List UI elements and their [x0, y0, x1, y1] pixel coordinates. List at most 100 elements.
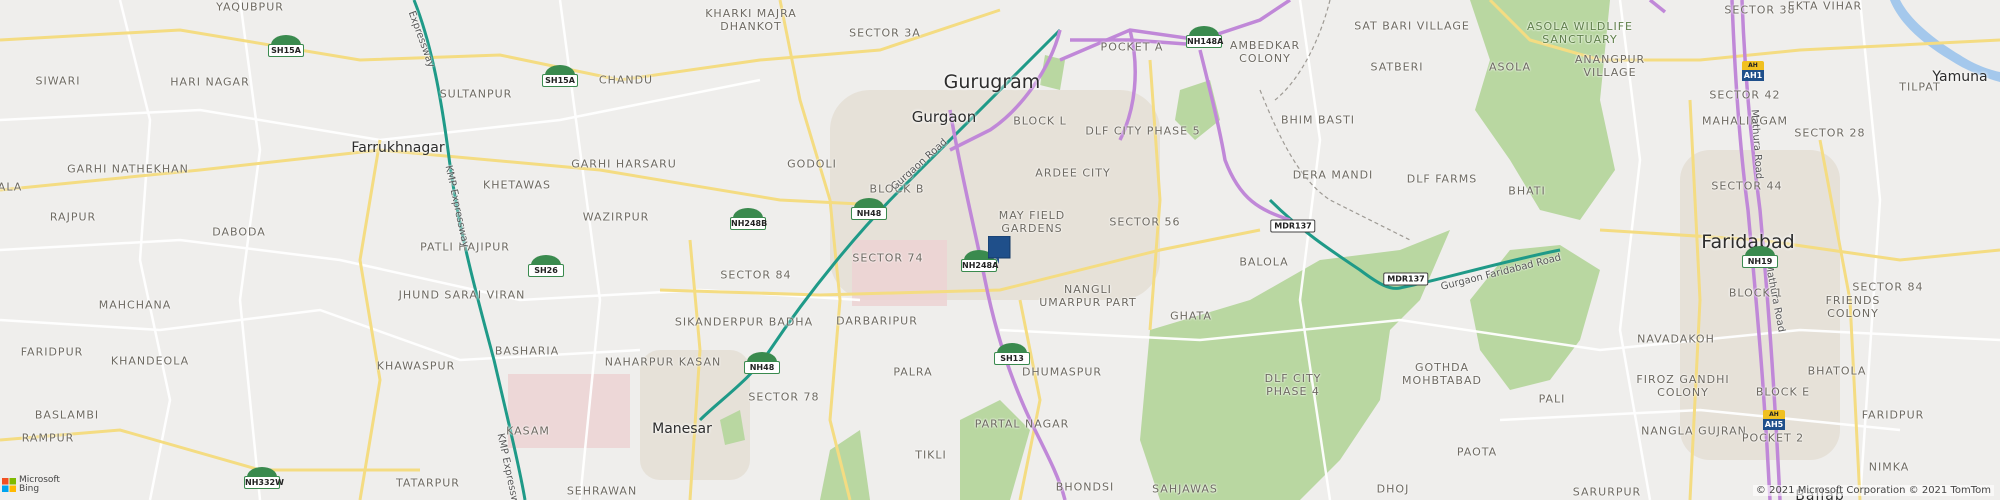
place-label-bhim-basti: BHIM BASTI	[1280, 113, 1356, 127]
microsoft-logo-icon	[2, 478, 16, 492]
city-label-farrukhnagar: Farrukhnagar	[351, 140, 445, 156]
highway-shield-nh248b: NH248B	[730, 208, 768, 230]
place-label-pocket-2: POCKET 2	[1741, 431, 1805, 445]
place-label-partal-nagar: PARTAL NAGAR	[974, 417, 1070, 431]
place-label-rajpur: RAJPUR	[49, 210, 97, 224]
highway-shield-nh148a: NH148A	[1186, 26, 1224, 48]
place-label-bhati: BHATI	[1508, 184, 1546, 198]
highway-shield-nh332w: NH332W	[244, 467, 284, 489]
shield-text: NH248B	[730, 217, 768, 230]
place-label-balola: BALOLA	[1239, 255, 1289, 269]
shield-text: NH332W	[244, 476, 284, 489]
place-label-daboda: DABODA	[212, 225, 266, 239]
place-label-ambedkar-colony: AMBEDKAR COLONY	[1229, 39, 1301, 65]
place-label-bhatola: BHATOLA	[1807, 364, 1867, 378]
shield-text: SH26	[528, 264, 564, 277]
route-marker-mdr137: MDR137	[1383, 272, 1429, 286]
place-label-satberi: SATBERI	[1370, 60, 1424, 74]
place-label-sector-84: SECTOR 84	[720, 268, 792, 282]
shield-text: NH148A	[1186, 35, 1224, 48]
highway-shield-nh19: NH19	[1742, 246, 1778, 268]
place-label-yaqubpur: YAQUBPUR	[216, 0, 284, 14]
shield-text: SH13	[994, 352, 1030, 365]
place-label-sahjawas: SAHJAWAS	[1152, 482, 1218, 496]
map-copyright: © 2021 Microsoft Corporation © 2021 TomT…	[1752, 485, 1994, 496]
place-label-asola: ASOLA	[1488, 60, 1532, 74]
place-label-nimka: NIMKA	[1868, 460, 1910, 474]
city-label-gurgaon: Gurgaon	[911, 108, 977, 126]
place-label-dlf-city-phase-5: DLF CITY PHASE 5	[1085, 124, 1201, 138]
asian-highway-number: AH5	[1763, 419, 1785, 430]
place-label-faridpur: FARIDPUR	[20, 345, 84, 359]
place-label-khawaspur: KHAWASPUR	[376, 359, 456, 373]
highway-shield-nh48: NH48	[744, 352, 780, 374]
route-marker-mdr137: MDR137	[1270, 219, 1316, 233]
place-label-sarurpur: SARURPUR	[1572, 485, 1642, 499]
asian-highway-top: AH	[1742, 61, 1764, 70]
place-label-nangli-umarpur-part: NANGLI UMARPUR PART	[1039, 283, 1137, 309]
place-label-dhoj: DHOJ	[1376, 482, 1410, 496]
place-label-khandeola: KHANDEOLA	[110, 354, 190, 368]
place-label-sector-38: SECTOR 38	[1724, 3, 1796, 17]
place-label-godoli: GODOLI	[787, 157, 837, 171]
place-label-darbaripur: DARBARIPUR	[836, 314, 918, 328]
place-label-garhi-harsaru: GARHI HARSARU	[571, 157, 677, 171]
place-label-kasam: KASAM	[506, 424, 550, 438]
place-label-faridpur: FARIDPUR	[1861, 408, 1925, 422]
asian-highway-marker-ah5: AH AH5	[1763, 410, 1785, 430]
asian-highway-number: AH1	[1742, 70, 1764, 81]
place-label-khetawas: KHETAWAS	[482, 178, 552, 192]
place-label-asola-wildlife-sanctuary: ASOLA WILDLIFE SANCTUARY	[1527, 20, 1633, 46]
place-label-sikanderpur-badha: SIKANDERPUR BADHA	[674, 315, 814, 329]
place-label-dlf-city-phase-4: DLF CITY PHASE 4	[1264, 372, 1322, 398]
city-label-yamuna: Yamuna	[1932, 69, 1988, 85]
place-label-sector-42: SECTOR 42	[1709, 88, 1781, 102]
place-label-dlf-farms: DLF FARMS	[1406, 172, 1478, 186]
highway-shield-sh15a: SH15A	[542, 65, 578, 87]
place-label-naharpur-kasan: NAHARPUR KASAN	[604, 355, 722, 369]
city-label-gurugram: Gurugram	[943, 71, 1041, 93]
place-label-pocket-a: POCKET A	[1100, 40, 1164, 54]
place-label-sector-28: SECTOR 28	[1794, 126, 1866, 140]
place-label-navadakoh: NAVADAKOH	[1637, 332, 1715, 346]
shield-text: NH48	[744, 361, 780, 374]
place-label-mahchana: MAHCHANA	[98, 298, 172, 312]
place-label-paota: PAOTA	[1456, 445, 1498, 459]
place-label-hari-nagar: HARI NAGAR	[170, 75, 250, 89]
place-label-ghata: GHATA	[1170, 309, 1212, 323]
place-label-sector-44: SECTOR 44	[1711, 179, 1783, 193]
place-label-anangpur-village: ANANGPUR VILLAGE	[1574, 53, 1646, 79]
place-label-sector-84: SECTOR 84	[1852, 280, 1924, 294]
highway-shield-sh26: SH26	[528, 255, 564, 277]
place-label-baslambi: BASLAMBI	[34, 408, 100, 422]
place-label-firoz-gandhi-colony: FIROZ GANDHI COLONY	[1636, 373, 1730, 399]
place-label-dera-mandi: DERA MANDI	[1292, 168, 1374, 182]
place-label-mahalingam: MAHALINGAM	[1702, 114, 1788, 128]
place-label-chandu: CHANDU	[598, 73, 654, 87]
microsoft-bing-logo: Microsoft Bing	[2, 476, 60, 494]
place-label-sector-74: SECTOR 74	[852, 251, 924, 265]
place-label-kala: KALA	[0, 180, 23, 194]
shield-text: SH15A	[268, 44, 304, 57]
asian-highway-marker-ah1: AH AH1	[1742, 61, 1764, 81]
place-label-sector-3a: SECTOR 3A	[849, 26, 921, 40]
map-canvas[interactable]: YAQUBPUR KHARKI MAJRA DHANKOT SECTOR 3A POC…	[0, 0, 2000, 500]
place-label-block-l: BLOCK L	[1013, 114, 1067, 128]
place-label-sat-bari-village: SAT BARI VILLAGE	[1354, 19, 1470, 33]
place-label-nangla-gujran: NANGLA GUJRAN	[1641, 424, 1747, 438]
highway-shield-sh13: SH13	[994, 343, 1030, 365]
logo-text: Microsoft Bing	[19, 475, 60, 494]
place-label-wazirpur: WAZIRPUR	[582, 210, 650, 224]
place-label-ardee-city: ARDEE CITY	[1035, 166, 1111, 180]
place-label-tatarpur: TATARPUR	[396, 476, 460, 490]
place-label-dhumaspur: DHUMASPUR	[1021, 365, 1103, 379]
place-label-pali: PALI	[1538, 392, 1566, 406]
highway-shield-nh48: NH48	[851, 198, 887, 220]
place-label-may-field-gardens: MAY FIELD GARDENS	[998, 209, 1066, 235]
place-label-sector-56: SECTOR 56	[1109, 215, 1181, 229]
location-pin-icon[interactable]	[988, 236, 1014, 266]
place-label-bhondsi: BHONDSI	[1055, 480, 1115, 494]
highway-shield-sh15a: SH15A	[268, 35, 304, 57]
place-label-siwari: SIWARI	[35, 74, 81, 88]
place-label-kharki-majra-dhankot: KHARKI MAJRA DHANKOT	[705, 7, 797, 33]
